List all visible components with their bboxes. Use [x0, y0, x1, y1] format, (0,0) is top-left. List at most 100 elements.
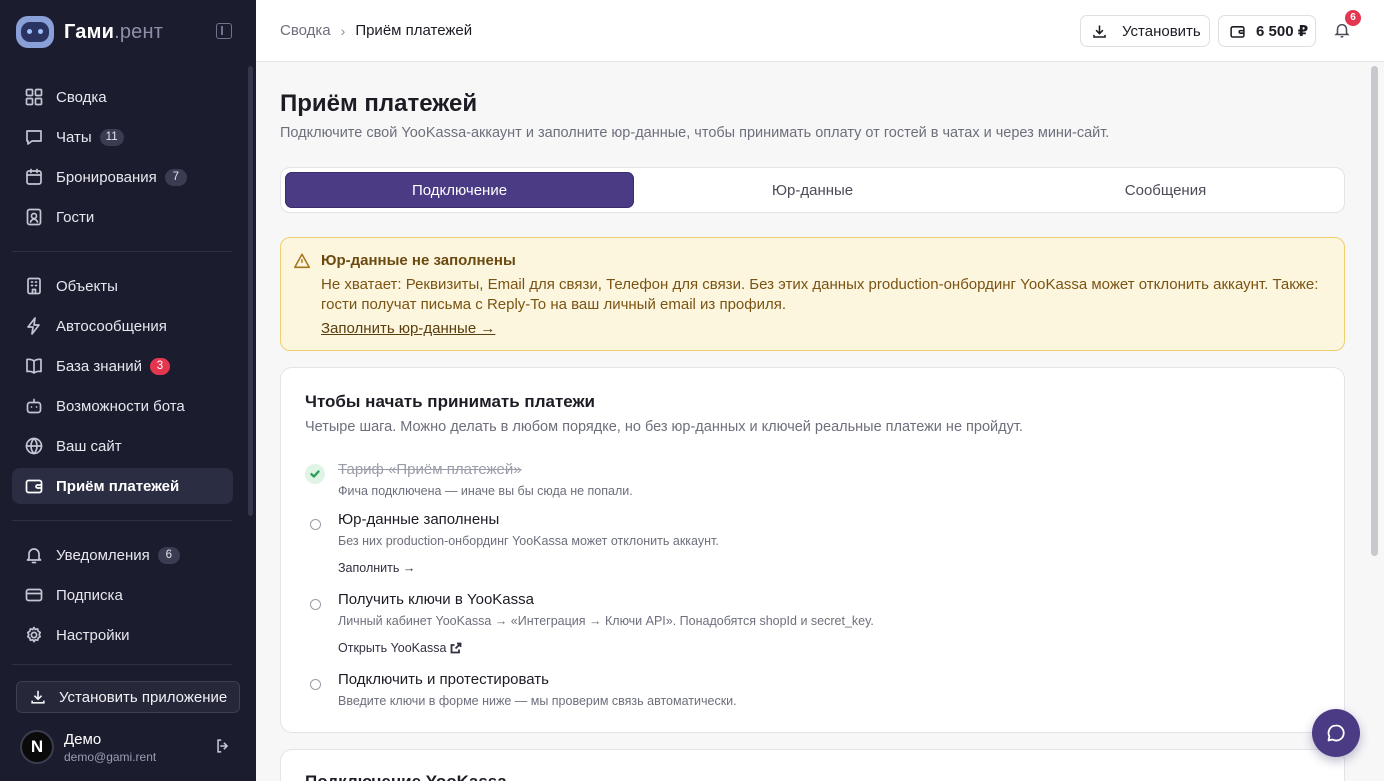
- sidebar-item-label: Возможности бота: [56, 397, 185, 415]
- step-title: Получить ключи в YooKassa: [338, 591, 534, 608]
- avatar[interactable]: N: [20, 730, 54, 764]
- building-icon: [24, 276, 44, 296]
- install-app-button[interactable]: Установить приложение: [16, 681, 240, 713]
- open-yookassa-label: Открыть YooKassa: [338, 641, 447, 655]
- tab-connection[interactable]: Подключение: [285, 172, 634, 208]
- yookassa-connection-card: Подключение YooKassa: [280, 749, 1345, 781]
- step-description: Введите ключи в форме ниже — мы проверим…: [338, 694, 737, 708]
- step-description: Личный кабинет YooKassa → «Интеграция → …: [338, 614, 874, 628]
- sidebar-item-bookings[interactable]: Бронирования 7: [12, 159, 233, 195]
- alert-body: Не хватает: Реквизиты, Email для связи, …: [321, 276, 1319, 313]
- sidebar-divider: [12, 251, 232, 252]
- brand-name: Гами.рент: [64, 20, 164, 43]
- gear-icon: [24, 625, 44, 645]
- breadcrumb-current: Приём платежей: [355, 22, 473, 39]
- external-link-icon: [451, 642, 462, 654]
- breadcrumb: Сводка › Приём платежей: [280, 22, 472, 39]
- check-icon: [305, 464, 325, 484]
- install-app-label: Установить приложение: [59, 688, 228, 706]
- pending-circle-icon: [305, 674, 325, 694]
- page-title: Приём платежей: [280, 90, 478, 117]
- install-button[interactable]: Установить: [1080, 15, 1210, 47]
- sidebar-item-label: Ваш сайт: [56, 437, 122, 455]
- step-title: Подключить и протестировать: [338, 671, 549, 688]
- download-icon: [31, 690, 45, 704]
- onboarding-steps-card: Чтобы начать принимать платежи Четыре ша…: [280, 367, 1345, 733]
- sidebar-item-label: Подписка: [56, 586, 123, 604]
- install-label: Установить: [1122, 22, 1201, 40]
- pending-circle-icon: [305, 514, 325, 534]
- chevron-right-icon: ›: [340, 22, 346, 39]
- sidebar-item-label: Уведомления: [56, 546, 150, 564]
- sidebar-item-your-site[interactable]: Ваш сайт: [12, 428, 233, 464]
- count-badge: 6: [157, 546, 180, 564]
- sidebar-item-notifications[interactable]: Уведомления 6: [12, 537, 233, 573]
- calendar-icon: [24, 167, 44, 187]
- fill-link-label: Заполнить →: [338, 561, 416, 575]
- sidebar-item-properties[interactable]: Объекты: [12, 268, 233, 304]
- sidebar-item-label: Сводка: [56, 88, 107, 106]
- sidebar-item-label: Автосообщения: [56, 317, 167, 335]
- user-profile[interactable]: N Демо demo@gami.rent: [20, 727, 240, 767]
- card-title: Подключение YooKassa: [305, 772, 507, 781]
- breadcrumb-link-dashboard[interactable]: Сводка: [280, 22, 331, 39]
- sidebar-item-settings[interactable]: Настройки: [12, 617, 233, 653]
- step-title: Тариф «Приём платежей»: [338, 461, 522, 478]
- sidebar-item-bot-features[interactable]: Возможности бота: [12, 388, 233, 424]
- sidebar-collapse-icon[interactable]: [216, 23, 232, 39]
- globe-icon: [24, 436, 44, 456]
- step-description: Фича подключена — иначе вы бы сюда не по…: [338, 484, 633, 498]
- sidebar-scrollbar[interactable]: [248, 66, 253, 516]
- alert-title: Юр-данные не заполнены: [321, 252, 516, 269]
- chat-icon: [24, 127, 44, 147]
- count-badge: 3: [149, 357, 170, 375]
- sidebar-item-label: Чаты: [56, 128, 92, 146]
- brand[interactable]: Гами.рент: [16, 14, 163, 50]
- card-icon: [24, 585, 44, 605]
- sidebar-item-dashboard[interactable]: Сводка: [12, 79, 233, 115]
- balance-value: 6 500 ₽: [1256, 23, 1309, 40]
- sidebar-item-knowledge-base[interactable]: База знаний 3: [12, 348, 233, 384]
- download-icon: [1093, 25, 1106, 38]
- support-chat-button[interactable]: [1312, 709, 1360, 757]
- sidebar-item-label: Бронирования: [56, 168, 157, 186]
- dashboard-icon: [24, 87, 44, 107]
- sidebar-divider: [12, 664, 232, 665]
- step-title: Юр-данные заполнены: [338, 511, 500, 528]
- sidebar-item-guests[interactable]: Гости: [12, 199, 233, 235]
- wallet-icon: [1230, 25, 1245, 38]
- bot-logo-icon: [16, 16, 54, 48]
- sidebar-item-label: База знаний: [56, 357, 142, 375]
- tab-messages[interactable]: Сообщения: [991, 172, 1340, 208]
- fill-legal-data-link[interactable]: Заполнить юр-данные →: [321, 320, 495, 337]
- open-yookassa-link[interactable]: Открыть YooKassa: [338, 641, 462, 655]
- wallet-icon: [24, 476, 44, 496]
- lightning-icon: [24, 316, 44, 336]
- fill-link[interactable]: Заполнить →: [338, 561, 415, 575]
- topbar: Сводка › Приём платежей Установить 6 500…: [256, 0, 1384, 62]
- user-email: demo@gami.rent: [64, 749, 157, 764]
- sidebar: Гами.рент Сводка Чаты 11 Бронирования 7 …: [0, 0, 256, 781]
- logout-icon[interactable]: [214, 737, 232, 755]
- sidebar-item-label: Объекты: [56, 277, 118, 295]
- main-scrollbar[interactable]: [1371, 66, 1378, 556]
- notifications-badge: 6: [1345, 10, 1361, 26]
- bell-icon: [24, 545, 44, 565]
- sidebar-item-automessages[interactable]: Автосообщения: [12, 308, 233, 344]
- chat-bubble-icon: [1327, 724, 1345, 742]
- book-icon: [24, 356, 44, 376]
- sidebar-item-chats[interactable]: Чаты 11: [12, 119, 233, 155]
- sidebar-item-label: Гости: [56, 208, 95, 226]
- warning-icon: [293, 252, 311, 270]
- balance-button[interactable]: 6 500 ₽: [1218, 15, 1316, 47]
- user-name: Демо: [64, 730, 102, 748]
- tabs: Подключение Юр-данные Сообщения: [280, 167, 1345, 213]
- count-badge: 11: [99, 128, 124, 146]
- sidebar-item-label: Настройки: [56, 626, 130, 644]
- sidebar-item-payments[interactable]: Приём платежей: [12, 468, 233, 504]
- tab-legal-data[interactable]: Юр-данные: [638, 172, 987, 208]
- legal-data-warning: Юр-данные не заполнены Не хватает: Рекви…: [280, 237, 1345, 351]
- sidebar-item-subscription[interactable]: Подписка: [12, 577, 233, 613]
- card-subtitle: Четыре шага. Можно делать в любом порядк…: [305, 419, 1023, 435]
- pending-circle-icon: [305, 594, 325, 614]
